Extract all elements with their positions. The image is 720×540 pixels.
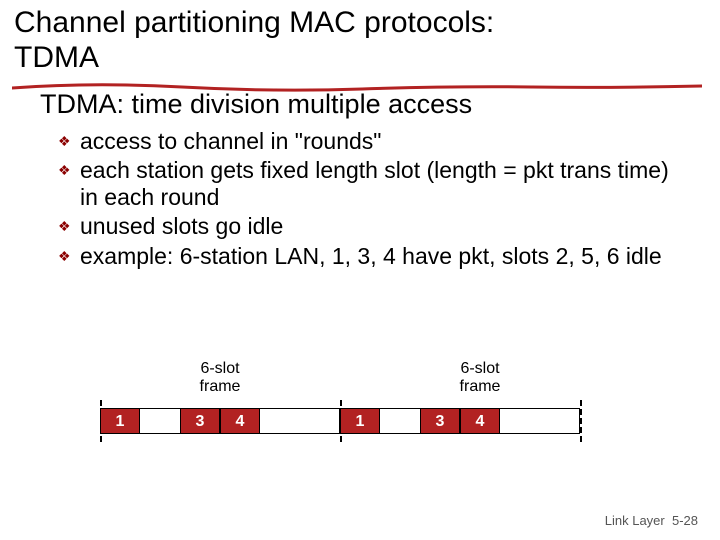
slide-title: Channel partitioning MAC protocols: TDMA: [0, 0, 720, 75]
bullet-text: unused slots go idle: [80, 213, 680, 240]
slide-footer: Link Layer 5-28: [605, 513, 698, 528]
slide: Channel partitioning MAC protocols: TDMA…: [0, 0, 720, 540]
slot-f1-1: 1: [100, 408, 140, 434]
frame-label-line1: 6-slot: [200, 360, 239, 377]
frame-label-line1: 6-slot: [460, 360, 499, 377]
diamond-bullet-icon: ❖: [58, 243, 80, 265]
slot-f2-4: 4: [460, 408, 500, 434]
diamond-bullet-icon: ❖: [58, 213, 80, 235]
slot-f1-4: 4: [220, 408, 260, 434]
slot-f2-1: 1: [340, 408, 380, 434]
diamond-bullet-icon: ❖: [58, 157, 80, 179]
slot-f1-3: 3: [180, 408, 220, 434]
title-line-1: Channel partitioning MAC protocols:: [14, 6, 494, 39]
tdma-diagram: 6-slot frame 6-slot frame 1 3 4 1 3 4: [100, 350, 620, 470]
bullet-text: access to channel in "rounds": [80, 128, 680, 155]
slot-f2-3: 3: [420, 408, 460, 434]
frame-label-line2: frame: [200, 378, 241, 395]
frame-label-1: 6-slot frame: [190, 360, 250, 395]
frame-label-2: 6-slot frame: [450, 360, 510, 395]
frame-tick: [580, 400, 582, 442]
bullet-item: ❖ each station gets fixed length slot (l…: [58, 157, 680, 211]
diamond-bullet-icon: ❖: [58, 128, 80, 150]
bullet-text: each station gets fixed length slot (len…: [80, 157, 680, 211]
frame-label-line2: frame: [460, 378, 501, 395]
bullet-item: ❖ unused slots go idle: [58, 213, 680, 240]
bullet-item: ❖ example: 6-station LAN, 1, 3, 4 have p…: [58, 243, 680, 270]
footer-page-number: 5-28: [672, 513, 698, 528]
footer-section: Link Layer: [605, 513, 665, 528]
subtitle: TDMA: time division multiple access: [0, 75, 720, 126]
bullet-list: ❖ access to channel in "rounds" ❖ each s…: [0, 128, 720, 270]
title-line-2: TDMA: [14, 41, 99, 74]
bullet-item: ❖ access to channel in "rounds": [58, 128, 680, 155]
bullet-text: example: 6-station LAN, 1, 3, 4 have pkt…: [80, 243, 680, 270]
